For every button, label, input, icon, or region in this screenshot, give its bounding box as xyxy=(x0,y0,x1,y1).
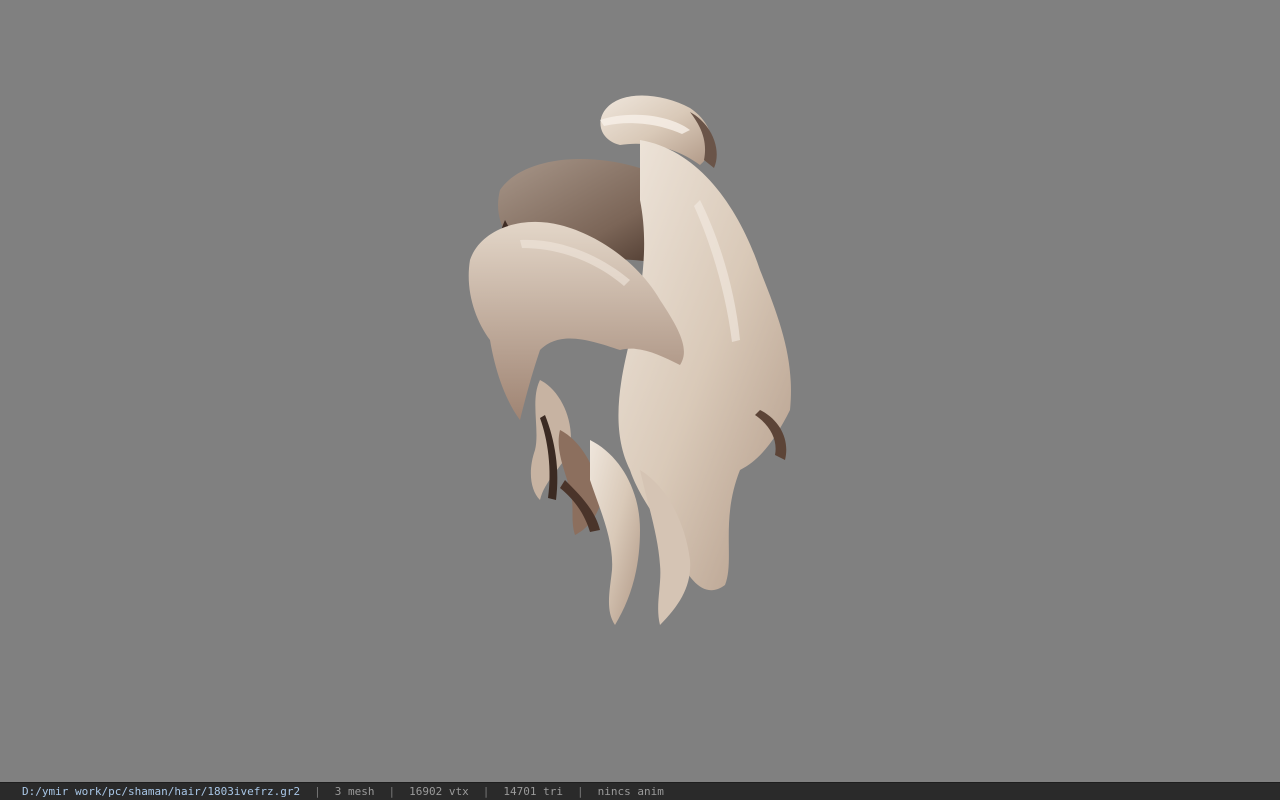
separator: | xyxy=(577,785,584,798)
separator: | xyxy=(482,785,490,798)
vertex-count: 16902 vtx xyxy=(409,785,469,798)
hair-mesh-icon xyxy=(468,95,791,625)
file-path: D:/ymir work/pc/shaman/hair/1803ivefrz.g… xyxy=(22,785,301,798)
separator: | xyxy=(314,785,321,798)
animation-status: nincs anim xyxy=(597,785,664,798)
mesh-count: 3 mesh xyxy=(334,785,375,798)
status-bar: D:/ymir work/pc/shaman/hair/1803ivefrz.g… xyxy=(0,782,1280,800)
3d-viewport[interactable] xyxy=(0,0,1280,782)
separator: | xyxy=(388,785,396,798)
triangle-count: 14701 tri xyxy=(503,785,563,798)
